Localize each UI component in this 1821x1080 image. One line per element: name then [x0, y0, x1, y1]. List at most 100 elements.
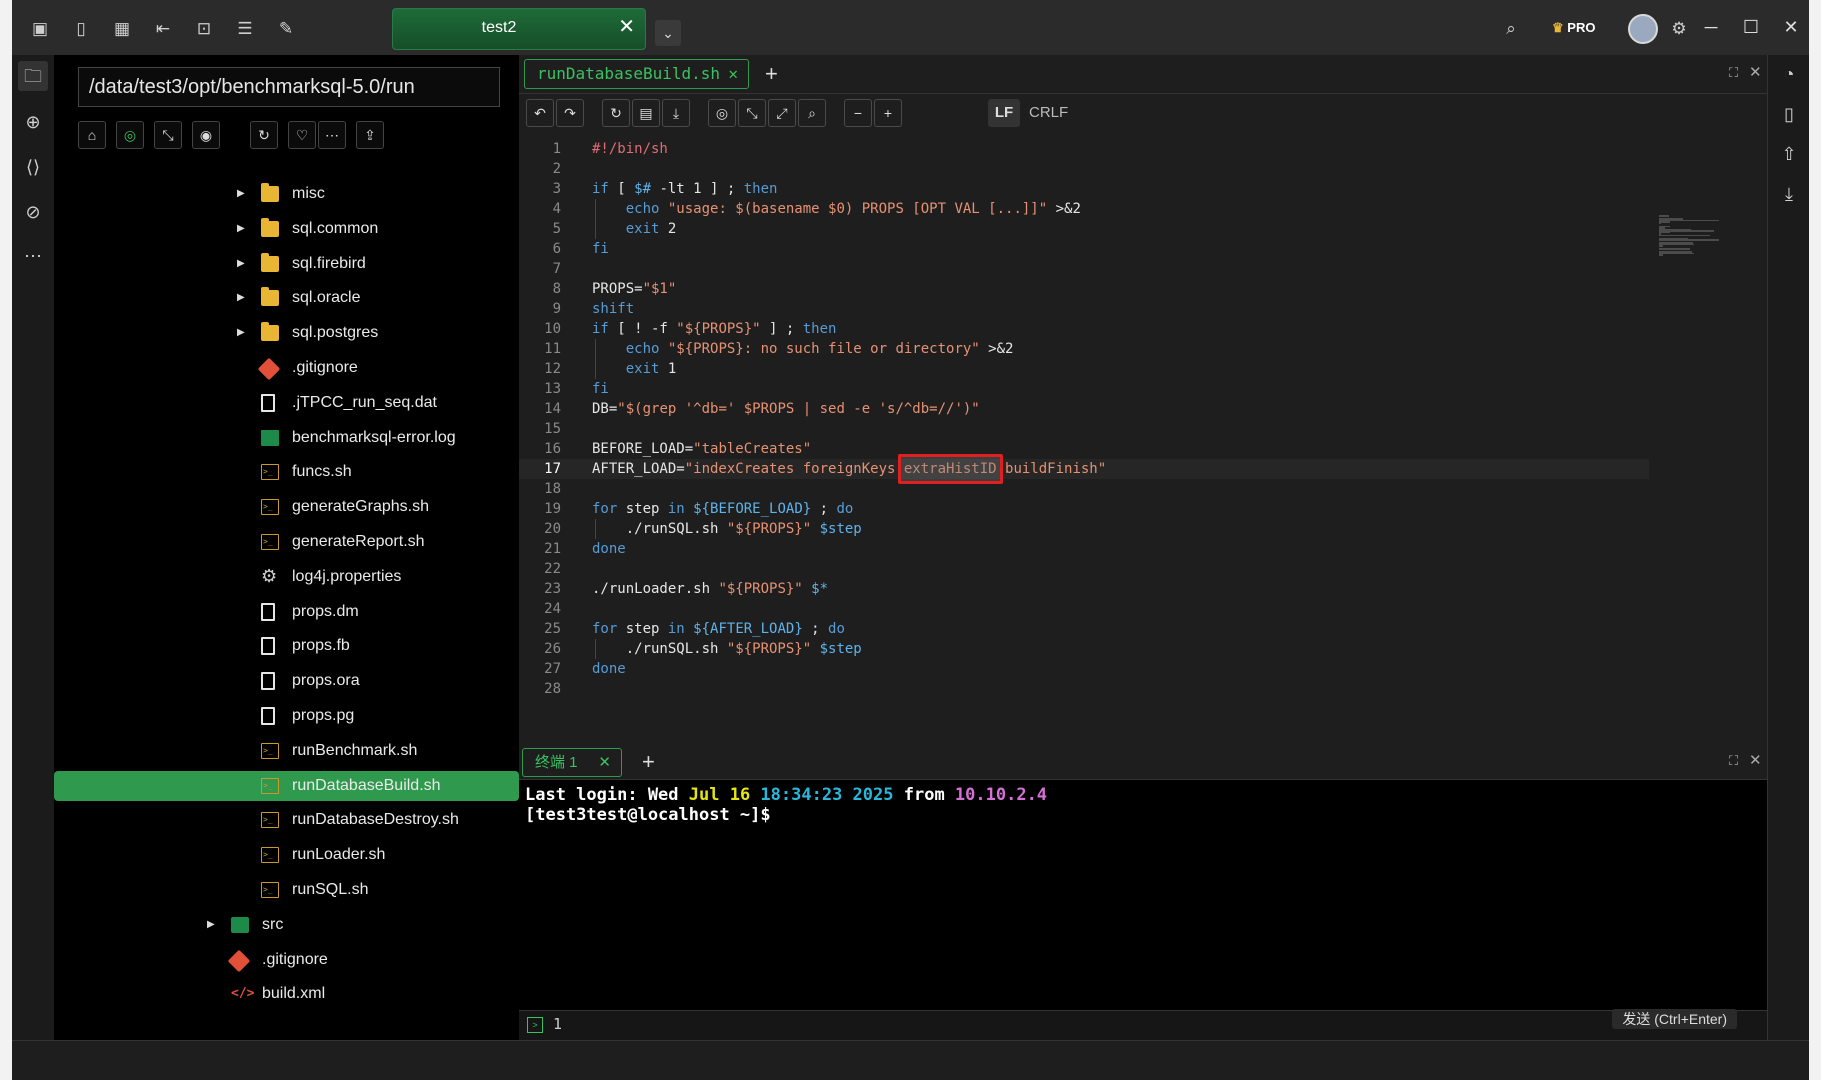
minimize-icon[interactable]: ─	[1698, 14, 1724, 40]
download-icon[interactable]: ⤓	[662, 99, 690, 127]
upload-icon[interactable]: ⇪	[356, 121, 384, 149]
tree-item[interactable]: ⚙ log4j.properties	[54, 562, 519, 592]
layout-icon[interactable]: ▦	[111, 18, 133, 40]
more-icon[interactable]: ⋯	[18, 241, 48, 271]
compass-icon[interactable]: ◎	[708, 99, 736, 127]
close-icon[interactable]: ✕	[618, 17, 635, 37]
add-tab-icon[interactable]: +	[765, 59, 778, 89]
tree-item[interactable]: props.pg	[54, 701, 519, 731]
tree-item[interactable]: ▶ sql.oracle	[54, 283, 519, 313]
file-icon	[261, 672, 275, 691]
dashboard-icon[interactable]: ◔	[1774, 59, 1804, 89]
settings-icon[interactable]: ⚙	[1668, 18, 1690, 40]
tree-icon[interactable]: ⇤	[152, 18, 174, 40]
file-tab[interactable]: runDatabaseBuild.sh ✕	[524, 59, 749, 89]
tree-item[interactable]: runBenchmark.sh	[54, 736, 519, 766]
expand-icon[interactable]: ⛶	[1729, 65, 1738, 81]
tree-item[interactable]: runLoader.sh	[54, 840, 519, 870]
home-icon[interactable]: ⌂	[78, 121, 106, 149]
zoom-in-icon[interactable]: +	[874, 99, 902, 127]
tree-item[interactable]: funcs.sh	[54, 457, 519, 487]
list-icon[interactable]: ☰	[234, 18, 256, 40]
bookmark-icon[interactable]: ▯	[1774, 99, 1804, 129]
minimap[interactable]	[1659, 215, 1719, 275]
heart-icon[interactable]: ♡	[288, 121, 316, 149]
tree-item[interactable]: runDatabaseDestroy.sh	[54, 805, 519, 835]
session-tab[interactable]: test2 ✕	[392, 8, 646, 50]
tree-item[interactable]: ▶ misc	[54, 179, 519, 209]
code-line: PROPS="$1"	[592, 281, 677, 297]
tree-item[interactable]: props.ora	[54, 666, 519, 696]
terminal-input-bar[interactable]: > 1 发送 (Ctrl+Enter)	[519, 1009, 1767, 1041]
zoom-out-icon[interactable]: −	[844, 99, 872, 127]
upload-icon[interactable]: ⇧	[1774, 139, 1804, 169]
wrench-icon[interactable]: ✎	[275, 18, 297, 40]
close-panel-icon[interactable]: ✕	[1749, 63, 1762, 81]
history-icon[interactable]: ⊘	[18, 197, 48, 227]
chevron-right-icon[interactable]: ▶	[237, 179, 249, 209]
minimap-line	[1659, 245, 1664, 247]
chevron-right-icon[interactable]: ▶	[237, 318, 249, 348]
target-icon[interactable]: ⊕	[18, 107, 48, 137]
tree-item[interactable]: runDatabaseBuild.sh	[54, 770, 519, 801]
tree-item-label: benchmarksql-error.log	[292, 428, 456, 446]
close-panel-icon[interactable]: ✕	[1749, 751, 1762, 769]
window-close-icon[interactable]: ✕	[1778, 14, 1804, 40]
search-icon[interactable]: ⌕	[798, 99, 826, 127]
send-button[interactable]: 发送 (Ctrl+Enter)	[1612, 1009, 1737, 1029]
crlf-button[interactable]: CRLF	[1029, 99, 1068, 127]
bookmark-icon[interactable]: ▯	[70, 18, 92, 40]
lf-button[interactable]: LF	[988, 99, 1020, 127]
tree-item[interactable]: benchmarksql-error.log	[54, 423, 519, 453]
tree-item[interactable]: generateGraphs.sh	[54, 492, 519, 522]
more-icon[interactable]: ⋯	[318, 121, 346, 149]
chevron-down-icon[interactable]: ⌄	[655, 20, 681, 46]
close-icon[interactable]: ✕	[728, 60, 738, 88]
undo-icon[interactable]: ↶	[526, 99, 554, 127]
tree-item[interactable]: </> build.xml	[54, 979, 519, 1009]
redo-icon[interactable]: ↷	[556, 99, 584, 127]
pro-badge[interactable]: ♛ PRO	[1552, 17, 1614, 39]
collapse-icon[interactable]: ⤡	[154, 121, 182, 149]
tree-item[interactable]: ▶ sql.common	[54, 214, 519, 244]
expand-icon[interactable]: ⛶	[1729, 753, 1738, 769]
reload-icon[interactable]: ↻	[602, 99, 630, 127]
avatar[interactable]	[1628, 14, 1658, 44]
tree-item[interactable]: generateReport.sh	[54, 527, 519, 557]
terminal-output[interactable]: Last login: Wed Jul 16 18:34:23 2025 fro…	[525, 785, 1047, 825]
maximize-icon[interactable]: ☐	[1738, 14, 1764, 40]
tree-item[interactable]: props.fb	[54, 631, 519, 661]
chevron-right-icon[interactable]: ▶	[237, 283, 249, 313]
log-icon	[261, 429, 279, 446]
file-icon	[261, 393, 275, 412]
search-icon[interactable]: ⌕	[1500, 18, 1522, 40]
tree-item[interactable]: ▶ src	[54, 910, 519, 940]
tree-item[interactable]: ▶ sql.postgres	[54, 318, 519, 348]
save-icon[interactable]: ▤	[632, 99, 660, 127]
terminal-tab[interactable]: 终端 1 ✕	[522, 748, 622, 777]
folder-icon[interactable]: 🗀	[18, 61, 48, 91]
tree-item[interactable]: .gitignore	[54, 945, 519, 975]
terminal-icon[interactable]: ▣	[29, 18, 51, 40]
locate-icon[interactable]: ◎	[116, 121, 144, 149]
fold-icon[interactable]: ⤡	[738, 99, 766, 127]
refresh-icon[interactable]: ↻	[250, 121, 278, 149]
close-icon[interactable]: ✕	[598, 749, 611, 776]
path-input[interactable]: /data/test3/opt/benchmarksql-5.0/run	[78, 67, 500, 107]
code-icon[interactable]: ⟨⟩	[18, 152, 48, 182]
unfold-icon[interactable]: ⤢	[768, 99, 796, 127]
chevron-right-icon[interactable]: ▶	[237, 214, 249, 244]
tree-item[interactable]: ▶ sql.firebird	[54, 249, 519, 279]
tree-item-label: runSQL.sh	[292, 881, 369, 898]
download-icon[interactable]: ⤓	[1774, 179, 1804, 209]
chevron-right-icon[interactable]: ▶	[207, 910, 219, 940]
tree-item[interactable]: props.dm	[54, 597, 519, 627]
chevron-right-icon[interactable]: ▶	[237, 249, 249, 279]
tree-item[interactable]: .jTPCC_run_seq.dat	[54, 388, 519, 418]
eye-icon[interactable]: ◉	[192, 121, 220, 149]
tree-item[interactable]: runSQL.sh	[54, 875, 519, 905]
console-icon[interactable]: ⊡	[193, 18, 215, 40]
tree-item[interactable]: .gitignore	[54, 353, 519, 383]
add-terminal-icon[interactable]: +	[642, 748, 655, 776]
code-editor[interactable]: 1 #!/bin/sh 2 3 if [ $# -lt 1 ] ; then 4 echo…	[519, 135, 1767, 745]
